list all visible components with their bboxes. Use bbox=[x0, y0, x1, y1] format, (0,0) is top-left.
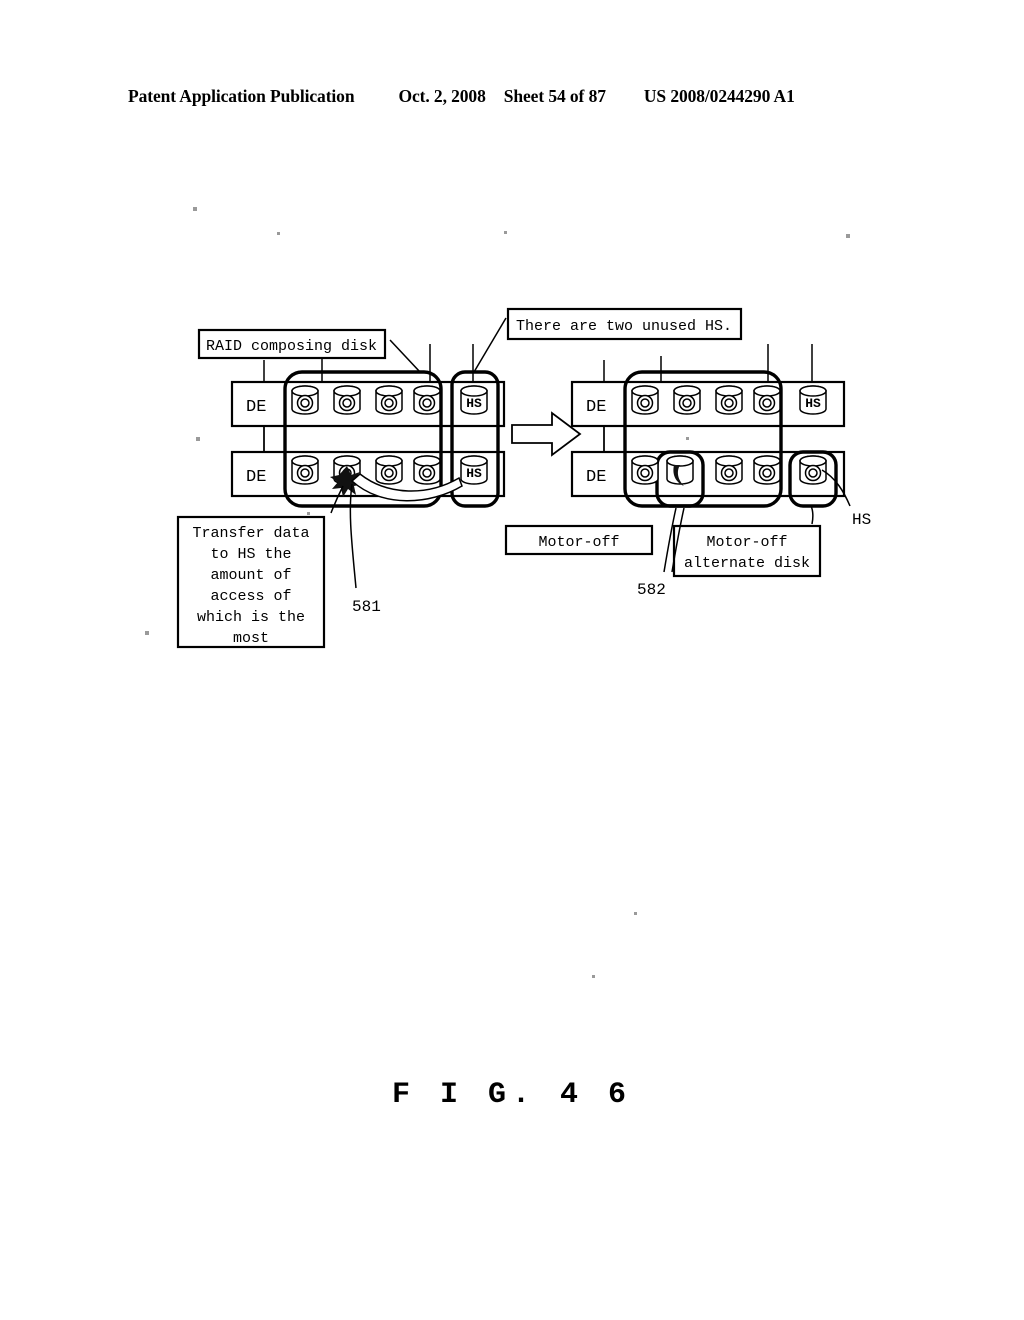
left-row-2-disk-3 bbox=[375, 455, 403, 485]
left-row-1-disks: HS bbox=[291, 385, 488, 415]
left-row-2-disks: HS bbox=[291, 455, 488, 485]
left-row-1-hot-spare-label: HS bbox=[466, 396, 482, 411]
note-two-unused-hs-text: There are two unused HS. bbox=[516, 318, 732, 335]
note-transfer-data: Transfer data to HS the amount of access… bbox=[176, 485, 344, 649]
right-row-1-disks: HS bbox=[631, 385, 827, 415]
reference-581-text: 581 bbox=[352, 598, 381, 616]
label-raid-composing-disk: RAID composing disk bbox=[197, 328, 387, 360]
note-motor-off-alt-line-1: Motor-off bbox=[706, 534, 787, 551]
left-row-1-hot-spare: HS bbox=[460, 385, 488, 415]
right-row-2-disk-4 bbox=[753, 455, 781, 485]
header-sheet-number: Sheet 54 of 87 bbox=[503, 86, 606, 106]
right-diagram: DE DE HS HS Motor-off Motor-off alternat… bbox=[504, 344, 871, 599]
header-publication: Patent Application Publication bbox=[128, 86, 355, 106]
right-motor-off-highlight-outline bbox=[655, 450, 705, 508]
right-raid-group-outline bbox=[623, 370, 783, 508]
left-row-1-disk-1 bbox=[291, 385, 319, 415]
note-transfer-line-4: access of bbox=[210, 588, 291, 605]
reference-582: 582 bbox=[637, 507, 685, 599]
note-transfer-line-2: to HS the bbox=[210, 546, 291, 563]
note-motor-off-alt-line-2: alternate disk bbox=[684, 555, 810, 572]
transfer-starburst-icon bbox=[330, 466, 364, 497]
left-row-2-disk-2-transfer-source bbox=[333, 455, 361, 485]
left-enclosure-row-1: DE bbox=[230, 380, 506, 428]
note-motor-off: Motor-off bbox=[504, 524, 654, 556]
note-transfer-line-1: Transfer data bbox=[192, 525, 309, 542]
left-row-1-disk-4 bbox=[413, 385, 441, 415]
left-row-2-disk-4 bbox=[413, 455, 441, 485]
left-row-2-hot-spare: HS bbox=[460, 455, 488, 485]
reference-582-text: 582 bbox=[637, 581, 666, 599]
left-enclosure-row-1-label: DE bbox=[246, 398, 266, 417]
label-raid-composing-disk-text: RAID composing disk bbox=[206, 338, 377, 355]
left-diagram: RAID composing disk DE DE HS HS 581 Tran… bbox=[176, 317, 507, 649]
left-row-1-disk-3 bbox=[375, 385, 403, 415]
scan-speckles bbox=[145, 207, 850, 978]
right-enclosure-row-2-label: DE bbox=[586, 468, 606, 487]
right-enclosure-row-2: DE bbox=[570, 450, 846, 498]
note-two-unused-hs: There are two unused HS. bbox=[506, 307, 743, 341]
note-motor-off-text: Motor-off bbox=[538, 534, 619, 551]
right-row-1-hot-spare: HS bbox=[799, 385, 827, 415]
right-row-2-disk-2-motor-off bbox=[666, 455, 694, 486]
left-row-2-hot-spare-label: HS bbox=[466, 466, 482, 481]
left-raid-group-outline bbox=[283, 370, 443, 508]
callout-hs: HS bbox=[821, 469, 871, 529]
right-enclosure-row-1: DE bbox=[570, 380, 846, 428]
right-row-1-hot-spare-label: HS bbox=[805, 396, 821, 411]
right-row-1-disk-4 bbox=[753, 385, 781, 415]
right-leader-lines bbox=[603, 344, 813, 455]
right-row-2-disk-3 bbox=[715, 455, 743, 485]
right-row-2-disks bbox=[631, 455, 827, 486]
right-row-2-hot-spare-in-use bbox=[799, 455, 827, 485]
transition-arrow-icon bbox=[511, 411, 582, 457]
callout-hs-text: HS bbox=[852, 511, 871, 529]
transfer-data-arrow bbox=[350, 473, 463, 502]
right-row-2-disk-1 bbox=[631, 455, 659, 485]
note-motor-off-alternate-disk: Motor-off alternate disk bbox=[672, 505, 822, 578]
figure-diagram: RAID composing disk DE DE HS HS 581 Tran… bbox=[145, 207, 871, 978]
figure-caption: F I G. 4 6 bbox=[391, 1078, 633, 1112]
right-enclosure-row-1-label: DE bbox=[586, 398, 606, 417]
right-row-1-disk-3 bbox=[715, 385, 743, 415]
page-header: Patent Application Publication Oct. 2, 2… bbox=[128, 86, 896, 112]
left-enclosure-row-2: DE bbox=[230, 450, 506, 498]
left-row-1-disk-2 bbox=[333, 385, 361, 415]
left-leader-lines bbox=[263, 317, 507, 455]
header-date: Oct. 2, 2008 bbox=[398, 86, 486, 106]
reference-581: 581 bbox=[349, 483, 381, 616]
left-enclosure-row-2-label: DE bbox=[246, 468, 266, 487]
header-patent-number: US 2008/0244290 A1 bbox=[643, 86, 795, 106]
note-transfer-line-3: amount of bbox=[210, 567, 291, 584]
left-hotspare-group-outline bbox=[450, 370, 500, 508]
right-hotspare-inuse-outline bbox=[788, 450, 838, 508]
note-transfer-line-5: which is the bbox=[197, 609, 305, 626]
right-row-1-disk-1 bbox=[631, 385, 659, 415]
note-transfer-line-6: most bbox=[233, 630, 269, 647]
right-row-1-disk-2 bbox=[673, 385, 701, 415]
left-row-2-disk-1 bbox=[291, 455, 319, 485]
